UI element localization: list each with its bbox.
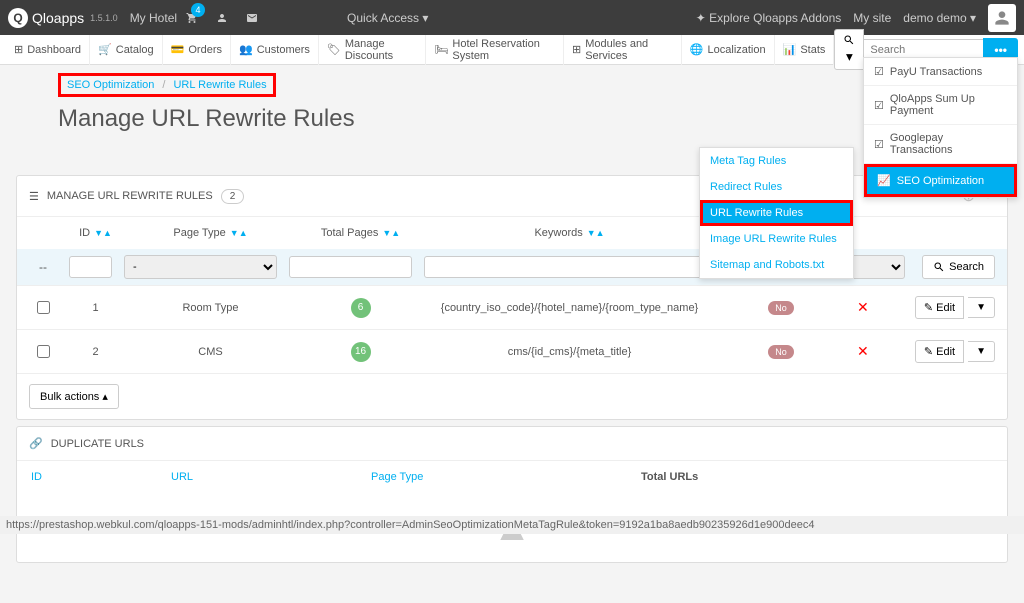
dup-col-id[interactable]: ID (31, 471, 171, 483)
edit-dropdown[interactable]: ▼ (968, 341, 995, 362)
search-dd-sumup[interactable]: ☑ QloApps Sum Up Payment (864, 86, 1017, 125)
avatar[interactable] (988, 4, 1016, 32)
sort-pagetype[interactable]: ▼▲ (230, 228, 248, 238)
row-checkbox[interactable] (37, 345, 50, 358)
search-dd-seo[interactable]: 📈 SEO Optimization (864, 164, 1017, 197)
filter-totalpages[interactable] (289, 256, 412, 278)
row-id: 2 (63, 346, 128, 358)
status-badge[interactable]: No (768, 345, 794, 359)
col-totalpages[interactable]: Total Pages (321, 227, 378, 239)
nav-orders[interactable]: 💳 Orders (163, 35, 231, 65)
tab-sitemap[interactable]: Sitemap and Robots.txt (700, 252, 853, 278)
status-badge[interactable]: No (768, 301, 794, 315)
breadcrumb-parent[interactable]: SEO Optimization (67, 79, 154, 91)
status-bar: https://prestashop.webkul.com/qloapps-15… (0, 516, 1024, 534)
tab-redirect[interactable]: Redirect Rules (700, 174, 853, 200)
search-dd-gpay[interactable]: ☑ Googlepay Transactions (864, 125, 1017, 164)
version-text: 1.5.1.0 (90, 13, 118, 23)
cart-icon[interactable]: 4 (177, 0, 207, 35)
filter-keywords[interactable] (424, 256, 725, 278)
row-type: Room Type (128, 302, 293, 314)
sort-id[interactable]: ▼▲ (94, 228, 112, 238)
nav-localization[interactable]: 🌐 Localization (682, 35, 775, 65)
panel1-title: MANAGE URL REWRITE RULES (47, 190, 213, 202)
search-dd-payu[interactable]: ☑ PayU Transactions (864, 58, 1017, 86)
tab-dropdown: Meta Tag Rules Redirect Rules URL Rewrit… (699, 147, 854, 279)
panel2-title: DUPLICATE URLS (51, 438, 144, 450)
breadcrumb-current: URL Rewrite Rules (173, 79, 266, 91)
dup-col-total[interactable]: Total URLs (641, 471, 993, 483)
logo-area[interactable]: Q Qloapps 1.5.1.0 (8, 8, 118, 28)
link-icon: 🔗 (29, 437, 43, 450)
nav-hotel[interactable]: 🛏 Hotel Reservation System (426, 35, 564, 65)
panel1-count: 2 (221, 189, 245, 204)
delete-icon[interactable]: ✕ (857, 343, 869, 360)
col-id[interactable]: ID (79, 227, 90, 239)
tab-url-rewrite[interactable]: URL Rewrite Rules (700, 200, 853, 226)
edit-button[interactable]: ✎ Edit (915, 296, 964, 319)
nav-stats[interactable]: 📊 Stats (775, 35, 835, 65)
filter-reset[interactable]: -- (23, 260, 63, 274)
tab-meta-tag[interactable]: Meta Tag Rules (700, 148, 853, 174)
row-pages-badge: 16 (351, 342, 371, 362)
row-pages-badge: 6 (351, 298, 371, 318)
bulk-actions-button[interactable]: Bulk actions ▴ (29, 384, 119, 409)
my-site-link[interactable]: My site (853, 11, 891, 25)
mail-icon[interactable] (237, 0, 267, 35)
nav-dashboard[interactable]: ⊞ Dashboard (6, 35, 90, 65)
dup-col-pagetype[interactable]: Page Type (371, 471, 641, 483)
row-id: 1 (63, 302, 128, 314)
row-keywords: cms/{id_cms}/{meta_title} (428, 346, 711, 358)
list-icon: ☰ (29, 190, 39, 203)
search-type-button[interactable]: ▾ (834, 29, 864, 70)
explore-addons[interactable]: ✦ Explore Qloapps Addons (696, 11, 841, 25)
row-checkbox[interactable] (37, 301, 50, 314)
row-type: CMS (128, 346, 293, 358)
cart-badge: 4 (191, 3, 205, 17)
edit-button[interactable]: ✎ Edit (915, 340, 964, 363)
search-dropdown: ☑ PayU Transactions ☑ QloApps Sum Up Pay… (863, 57, 1018, 198)
nav-catalog[interactable]: 🛒 Catalog (90, 35, 163, 65)
dup-col-url[interactable]: URL (171, 471, 371, 483)
sort-totalpages[interactable]: ▼▲ (382, 228, 400, 238)
user-name[interactable]: demo demo ▾ (903, 11, 976, 25)
col-pagetype[interactable]: Page Type (173, 227, 225, 239)
sort-keywords[interactable]: ▼▲ (587, 228, 605, 238)
filter-id[interactable] (69, 256, 112, 278)
logo-icon: Q (8, 8, 28, 28)
edit-dropdown[interactable]: ▼ (968, 297, 995, 318)
user-icon[interactable] (207, 0, 237, 35)
quick-access[interactable]: Quick Access ▾ (347, 11, 428, 25)
search-button[interactable]: Search (922, 255, 995, 279)
breadcrumb: SEO Optimization / URL Rewrite Rules (58, 73, 276, 97)
row-keywords: {country_iso_code}/{hotel_name}/{room_ty… (428, 302, 711, 314)
nav-customers[interactable]: 👥 Customers (231, 35, 319, 65)
col-keywords[interactable]: Keywords (534, 227, 582, 239)
filter-pagetype[interactable]: - (124, 255, 277, 279)
logo-text: Qloapps (32, 10, 84, 26)
nav-discounts[interactable]: 🏷 Manage Discounts (319, 35, 427, 65)
hotel-name[interactable]: My Hotel (130, 11, 177, 25)
nav-modules[interactable]: ⊞ Modules and Services (564, 35, 682, 65)
tab-image-url[interactable]: Image URL Rewrite Rules (700, 226, 853, 252)
delete-icon[interactable]: ✕ (857, 299, 869, 316)
